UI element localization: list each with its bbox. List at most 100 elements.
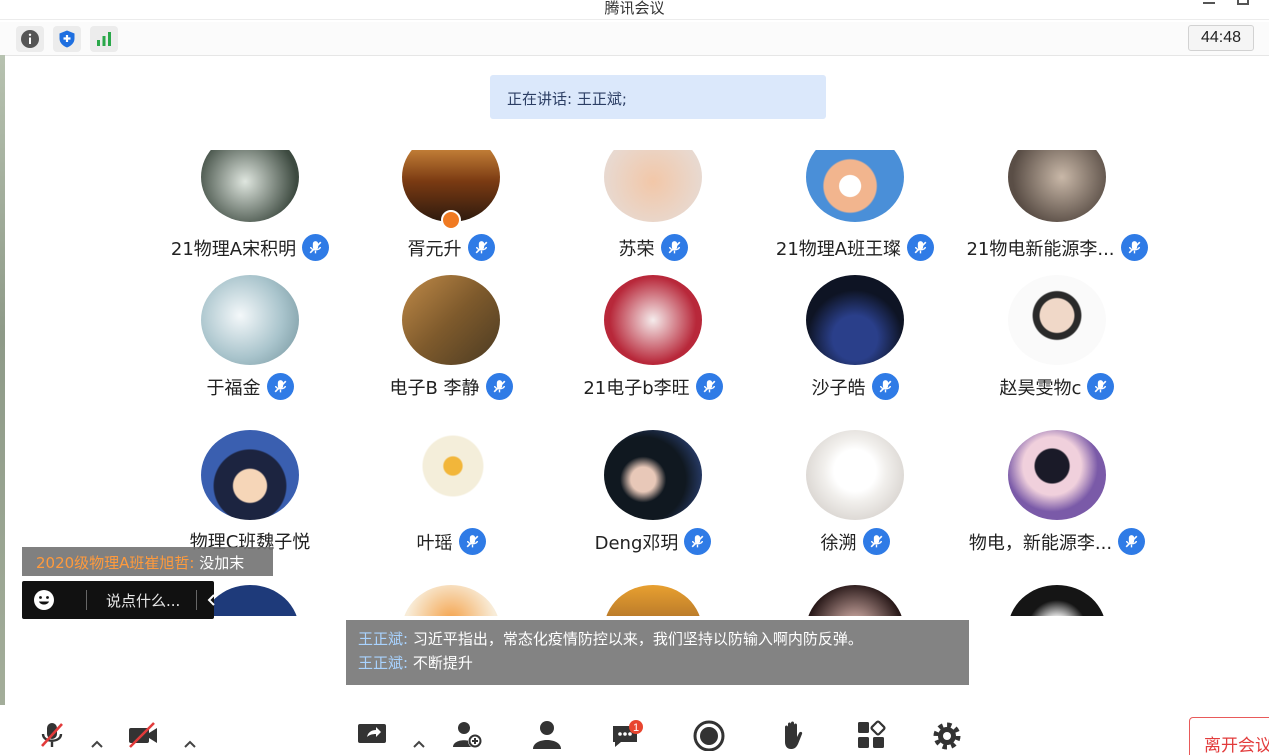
invite-button[interactable] bbox=[451, 719, 483, 751]
participant-name: 21物电新能源李... bbox=[966, 238, 1115, 260]
participant-name: 电子B 李静 bbox=[389, 377, 480, 399]
mic-muted-icon bbox=[458, 528, 486, 555]
mic-muted-icon bbox=[907, 234, 935, 261]
participant-tile[interactable]: 赵昊雯物c bbox=[957, 275, 1157, 400]
maximize-button[interactable] bbox=[1237, 0, 1249, 5]
participant-tile[interactable]: 苏荣 bbox=[553, 150, 753, 282]
chevron-up-icon[interactable] bbox=[89, 737, 105, 751]
participant-tile[interactable]: 电子B 李静 bbox=[351, 275, 551, 400]
participant-tile[interactable]: Deng邓玥 bbox=[553, 430, 753, 555]
chevron-up-icon[interactable] bbox=[411, 737, 427, 751]
participant-tile[interactable]: 21物理A宋积明 bbox=[150, 150, 350, 282]
chevron-left-icon[interactable] bbox=[204, 592, 220, 608]
subtitle-panel: 王正斌: 习近平指出，常态化疫情防控以来，我们坚持以防输入啊内防反弹。 王正斌:… bbox=[346, 620, 969, 685]
avatar bbox=[1008, 275, 1106, 365]
subtitle-text: 习近平指出，常态化疫情防控以来，我们坚持以防输入啊内防反弹。 bbox=[412, 630, 863, 648]
participants-button[interactable] bbox=[531, 719, 563, 751]
divider bbox=[196, 590, 197, 610]
speaking-label: 正在讲话: bbox=[507, 90, 573, 108]
participant-name: 21物理A宋积明 bbox=[170, 238, 297, 260]
chat-message-bubble: 2020级物理A班崔旭哲: 没加末 bbox=[22, 547, 273, 576]
meeting-toolbar: 1 bbox=[0, 705, 1269, 755]
avatar bbox=[806, 150, 904, 222]
participant-tile[interactable]: 徐溯 bbox=[755, 430, 955, 555]
mic-muted-icon bbox=[302, 234, 330, 261]
avatar bbox=[201, 150, 299, 222]
record-button[interactable] bbox=[693, 719, 725, 751]
avatar bbox=[604, 585, 702, 616]
host-badge-icon bbox=[441, 210, 461, 230]
window-title: 腾讯会议 bbox=[604, 0, 665, 17]
speaking-indicator: 正在讲话: 王正斌; bbox=[490, 75, 826, 119]
info-icon bbox=[21, 30, 39, 48]
avatar bbox=[806, 585, 904, 616]
participant-tile[interactable]: 胥元升 bbox=[351, 150, 551, 282]
avatar bbox=[604, 430, 702, 520]
avatar bbox=[201, 275, 299, 365]
meeting-window: 腾讯会议 44:48 正在讲话: 王正斌; 21物理A宋积明 胥元升 苏荣 21… bbox=[0, 0, 1269, 755]
chevron-up-icon[interactable] bbox=[182, 737, 198, 751]
shield-icon bbox=[59, 30, 75, 48]
avatar bbox=[402, 275, 500, 365]
participant-name: 21物理A班王璨 bbox=[775, 238, 902, 260]
subtitle-speaker: 王正斌: bbox=[358, 630, 409, 648]
avatar bbox=[604, 275, 702, 365]
emoji-icon[interactable] bbox=[33, 589, 55, 611]
participant-name: 于福金 bbox=[206, 377, 261, 399]
chat-unread-badge: 1 bbox=[633, 722, 639, 734]
participant-tile[interactable]: 21物理A班王璨 bbox=[755, 150, 955, 282]
participant-name: Deng邓玥 bbox=[594, 532, 679, 554]
share-screen-button[interactable] bbox=[356, 719, 388, 751]
subtitle-text: 不断提升 bbox=[412, 654, 473, 672]
security-button[interactable] bbox=[53, 26, 81, 52]
meeting-info-button[interactable] bbox=[16, 26, 44, 52]
chat-input-placeholder[interactable]: 说点什么... bbox=[106, 590, 180, 611]
participant-name: 物电，新能源李... bbox=[968, 532, 1113, 554]
participant-name: 叶瑶 bbox=[416, 532, 453, 554]
video-off-button[interactable] bbox=[127, 719, 159, 751]
participant-tile[interactable]: 物电，新能源李... bbox=[957, 430, 1157, 555]
meeting-timer: 44:48 bbox=[1188, 25, 1254, 51]
mic-muted-icon bbox=[467, 234, 495, 261]
title-bar: 腾讯会议 bbox=[0, 0, 1269, 20]
settings-button[interactable] bbox=[931, 719, 963, 751]
participant-name: 21电子b李旺 bbox=[583, 377, 690, 399]
mic-muted-icon bbox=[485, 373, 513, 400]
subtitle-speaker: 王正斌: bbox=[358, 654, 409, 672]
chat-message-text: 没加末 bbox=[199, 554, 245, 572]
mic-muted-icon bbox=[1118, 528, 1146, 555]
participant-tile[interactable]: 21物电新能源李... bbox=[957, 150, 1157, 282]
subtitle-line: 王正斌: 习近平指出，常态化疫情防控以来，我们坚持以防输入啊内防反弹。 bbox=[358, 627, 969, 651]
participant-tile[interactable]: 物理C班魏子悦 bbox=[150, 430, 350, 553]
avatar bbox=[806, 275, 904, 365]
mic-muted-button[interactable] bbox=[36, 719, 68, 751]
leave-meeting-button[interactable]: 离开会议 bbox=[1189, 717, 1269, 755]
minimize-button[interactable] bbox=[1203, 2, 1215, 4]
participant-name: 苏荣 bbox=[618, 238, 655, 260]
participant-tile[interactable]: 于福金 bbox=[150, 275, 350, 400]
participant-tile[interactable]: 叶瑶 bbox=[351, 430, 551, 555]
participant-tile[interactable]: 沙子皓 bbox=[755, 275, 955, 400]
avatar bbox=[604, 150, 702, 222]
avatar bbox=[1008, 150, 1106, 222]
chat-sender: 2020级物理A班崔旭哲: bbox=[36, 554, 195, 572]
participant-name: 徐溯 bbox=[820, 532, 857, 554]
avatar bbox=[1008, 585, 1106, 616]
divider bbox=[86, 590, 87, 610]
apps-button[interactable] bbox=[855, 719, 887, 751]
avatar bbox=[1008, 430, 1106, 520]
avatar bbox=[806, 430, 904, 520]
participant-name: 沙子皓 bbox=[811, 377, 866, 399]
chat-input-bar[interactable]: 说点什么... bbox=[22, 581, 215, 619]
mic-muted-icon bbox=[660, 234, 688, 261]
participant-tile[interactable]: 21电子b李旺 bbox=[553, 275, 753, 400]
raise-hand-button[interactable] bbox=[777, 719, 809, 751]
network-status-button[interactable] bbox=[90, 26, 118, 52]
participant-name: 胥元升 bbox=[407, 238, 462, 260]
mic-muted-icon bbox=[684, 528, 712, 555]
chat-button[interactable]: 1 bbox=[611, 719, 643, 751]
participant-name: 赵昊雯物c bbox=[999, 377, 1082, 399]
mic-muted-icon bbox=[862, 528, 890, 555]
mic-muted-icon bbox=[871, 373, 899, 400]
avatar bbox=[402, 585, 500, 616]
